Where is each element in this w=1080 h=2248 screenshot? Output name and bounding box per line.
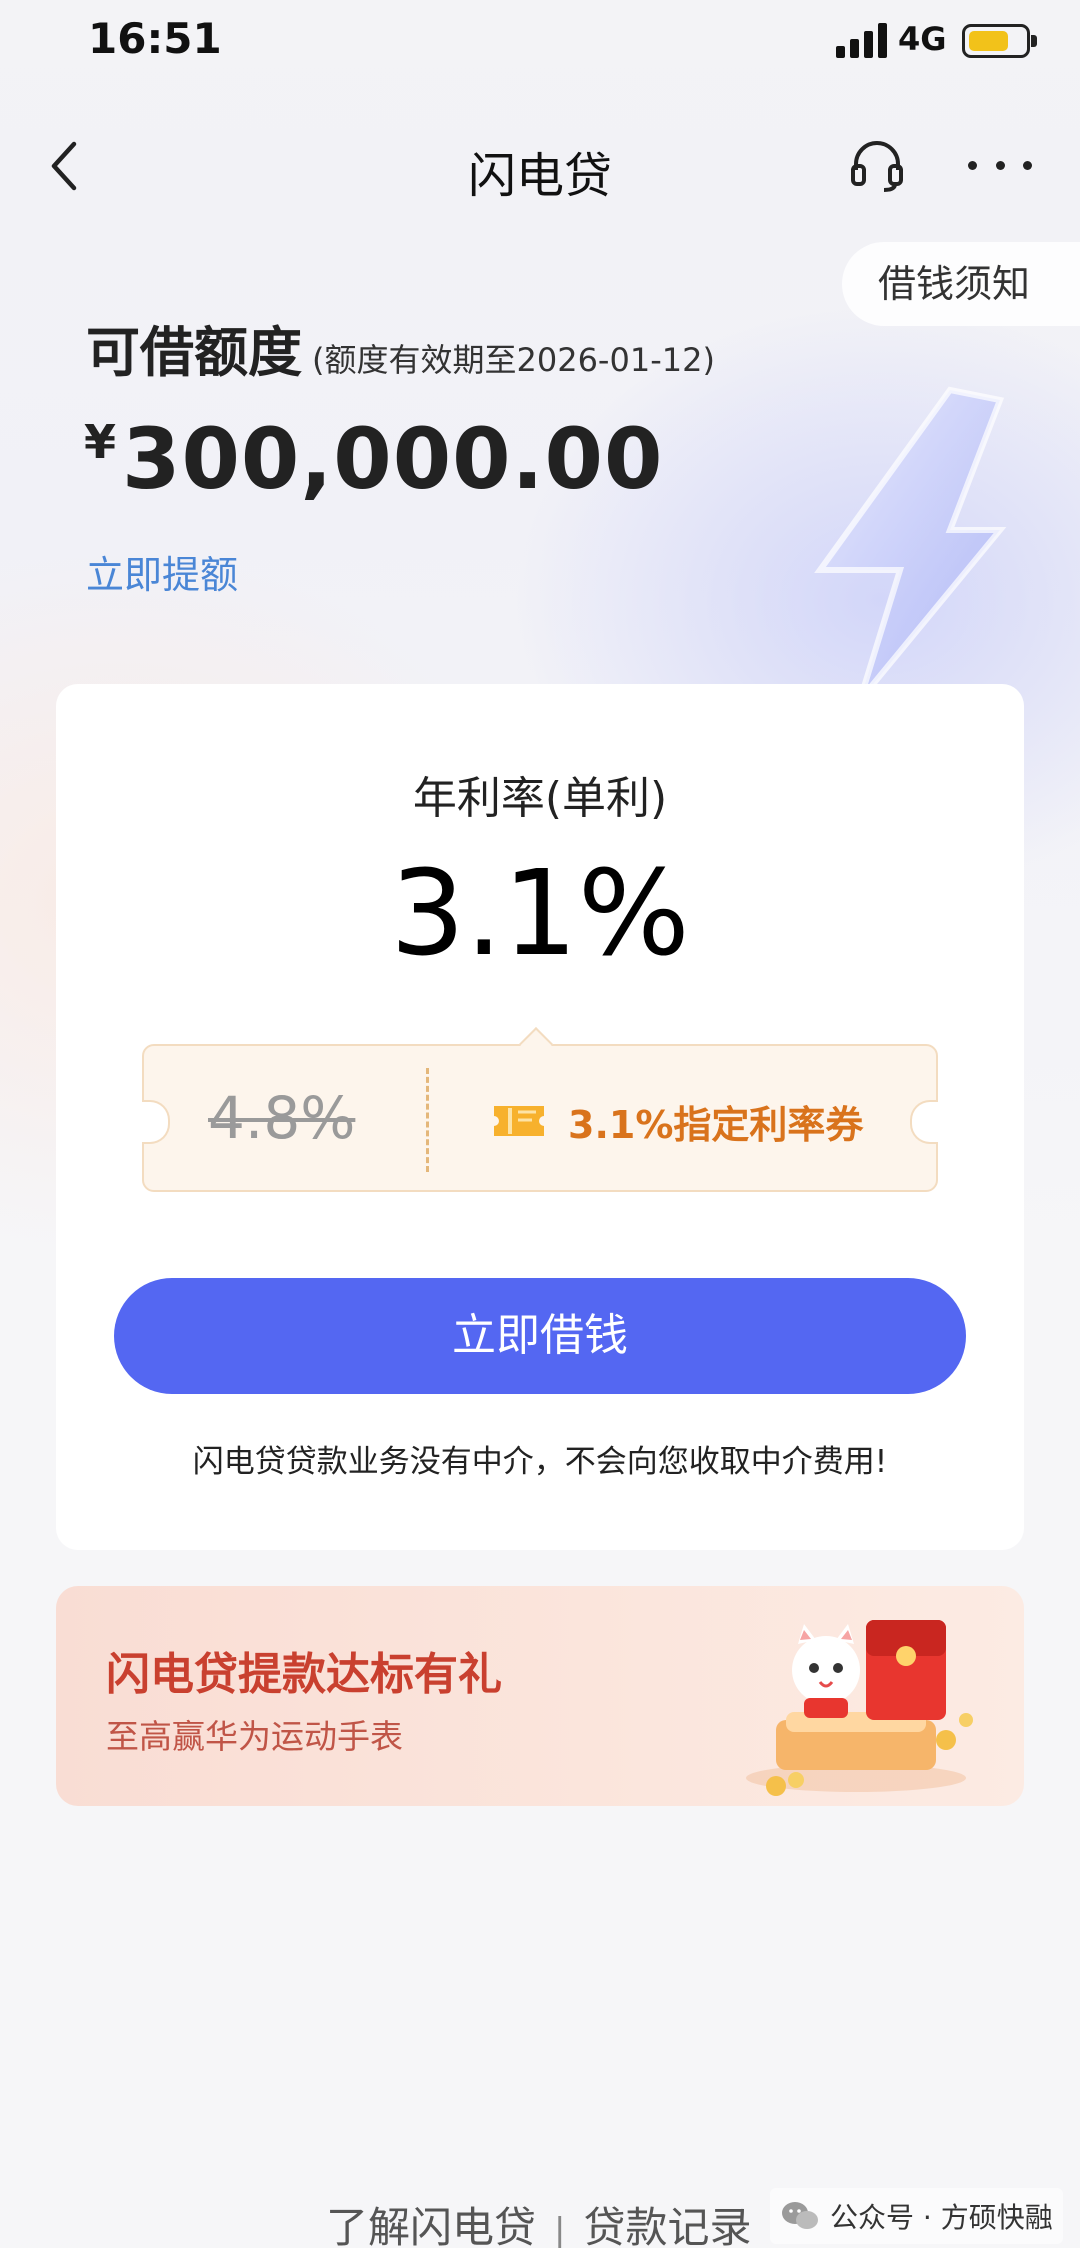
credit-limit-title: 可借额度 [86, 321, 302, 384]
promo-subtitle: 至高赢华为运动手表 [106, 1717, 403, 1756]
promo-banner[interactable]: 闪电贷提款达标有礼 至高赢华为运动手表 [56, 1586, 1024, 1806]
wechat-icon [782, 2202, 818, 2229]
watermark: 公众号 · 方硕快融 [770, 2188, 1063, 2244]
promo-title: 闪电贷提款达标有礼 [106, 1649, 502, 1700]
about-link[interactable]: 了解闪电贷 [326, 2203, 536, 2248]
credit-amount: ¥300,000.00 [84, 410, 663, 508]
battery-icon [962, 24, 1037, 58]
original-rate: 4.8% [208, 1084, 356, 1152]
loan-records-link[interactable]: 贷款记录 [583, 2203, 751, 2248]
rate-card: 年利率(单利) 3.1% 4.8% 3.1%指定利率券 立即借钱 闪电贷贷款业务… [56, 684, 1024, 1550]
borrowing-notice-button[interactable]: 借钱须知 [842, 242, 1080, 326]
status-bar: 16:51 4G [0, 0, 1080, 86]
credit-limit-header: 可借额度 (额度有效期至2026-01-12) [86, 308, 715, 387]
coupon-divider [426, 1068, 429, 1172]
status-time: 16:51 [88, 14, 222, 63]
credit-amount-value: 300,000.00 [122, 410, 664, 508]
footer-links: 了解闪电贷 | 贷款记录 [326, 2194, 752, 2248]
signal-strength-icon [836, 22, 888, 58]
ticket-icon [494, 1106, 544, 1136]
lightning-decoration [814, 386, 1007, 702]
network-type: 4G [898, 20, 947, 58]
annual-rate-value: 3.1% [390, 844, 690, 982]
borrow-now-button[interactable]: 立即借钱 [114, 1278, 966, 1394]
gift-cat-illustration [746, 1620, 973, 1796]
coupon-pointer [519, 1027, 553, 1061]
footer: 了解闪电贷 | 贷款记录 公众号 · 方硕快融 [0, 2188, 1080, 2248]
battery-level [969, 31, 1008, 51]
footer-separator: | [554, 2211, 566, 2248]
rate-coupon[interactable]: 4.8% 3.1%指定利率券 [142, 1027, 938, 1192]
watermark-text: 公众号 · 方硕快融 [830, 2201, 1053, 2234]
page-title: 闪电贷 [467, 148, 612, 204]
currency-symbol: ¥ [84, 415, 117, 469]
raise-limit-link[interactable]: 立即提额 [86, 544, 238, 599]
credit-validity: (额度有效期至2026-01-12) [312, 341, 715, 379]
headset-icon[interactable] [848, 136, 906, 194]
annual-rate-label: 年利率(单利) [412, 773, 668, 824]
nav-bar: 闪电贷 [0, 110, 1080, 220]
coupon-text: 3.1%指定利率券 [568, 1103, 864, 1147]
no-intermediary-disclaimer: 闪电贷贷款业务没有中介，不会向您收取中介费用! [192, 1444, 888, 1480]
more-dots-icon[interactable] [968, 150, 1032, 180]
